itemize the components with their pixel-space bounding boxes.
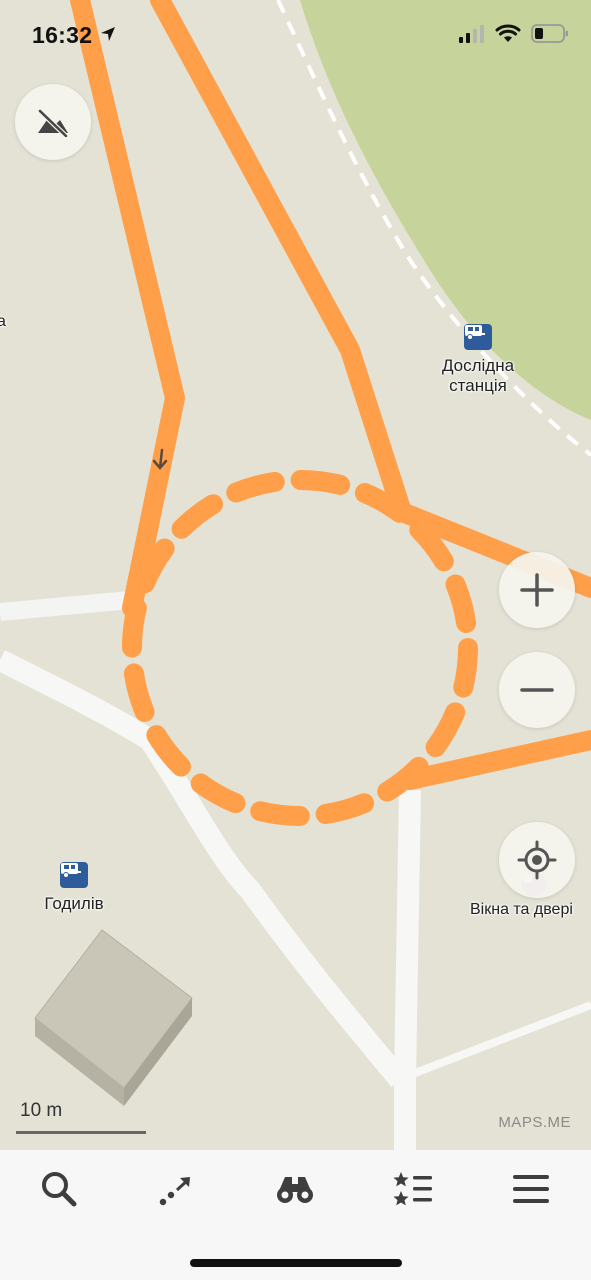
minus-icon [520, 688, 554, 692]
path-ring-dashed [122, 470, 478, 826]
poi-icon-doslidna[interactable] [464, 324, 492, 350]
path-north-left [70, 0, 185, 618]
zoom-in-button[interactable] [499, 552, 575, 628]
poi-label-windows-doors[interactable]: Вікна та двері [470, 900, 591, 920]
bookmarks-button[interactable] [383, 1168, 443, 1210]
terrain-off-icon [38, 109, 68, 137]
poi-label-doslidna[interactable]: Дослідна станція [420, 356, 536, 396]
menu-button[interactable] [501, 1168, 561, 1210]
road-west [0, 591, 131, 621]
search-icon [42, 1172, 77, 1207]
scale-bar: 10 m [16, 1100, 146, 1134]
my-location-button[interactable] [499, 822, 575, 898]
cellular-signal-icon [459, 24, 484, 43]
bookmarks-icon [393, 1172, 432, 1206]
binoculars-icon [277, 1177, 313, 1203]
discovery-button[interactable] [265, 1168, 325, 1210]
status-icons [459, 24, 569, 43]
menu-icon [513, 1175, 549, 1203]
status-bar: 16:32 [0, 0, 591, 70]
poi-label-hodyliv[interactable]: Годилів [24, 894, 124, 914]
battery-low-icon [531, 24, 568, 43]
location-arrow-icon [101, 27, 115, 41]
map-graphics [0, 0, 591, 1280]
wifi-icon [495, 24, 521, 42]
building-3d [34, 929, 193, 1106]
maps-me-watermark: MAPS.ME [498, 1114, 571, 1131]
home-indicator[interactable] [190, 1259, 402, 1267]
plus-icon [520, 573, 554, 607]
poi-icon-hodyliv[interactable] [60, 862, 88, 888]
scale-label: 10 m [20, 1100, 63, 1121]
road-east-lower [408, 1001, 591, 1079]
scale-line [16, 1131, 146, 1134]
edge-label-fragment: а [0, 313, 6, 330]
search-button[interactable] [29, 1168, 89, 1210]
route-button[interactable] [147, 1168, 207, 1210]
route-icon [159, 1177, 191, 1206]
map-canvas[interactable]: Дослідна станція Годилів Вікна та двері … [0, 0, 591, 1280]
status-time: 16:32 [32, 22, 93, 48]
my-location-icon [517, 840, 557, 880]
zoom-out-button[interactable] [499, 652, 575, 728]
terrain-toggle-button[interactable] [15, 84, 91, 160]
